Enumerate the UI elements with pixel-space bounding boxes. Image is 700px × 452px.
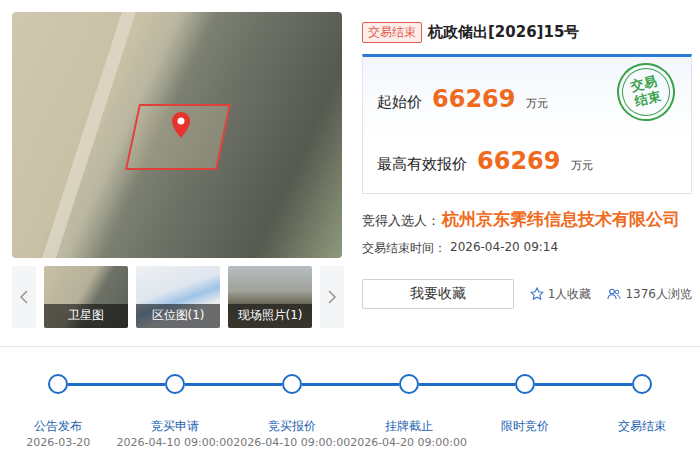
price-label: 最高有效报价 — [377, 155, 467, 174]
timeline-track — [233, 374, 350, 394]
timeline-track — [117, 374, 234, 394]
step-date: 2026-04-10 09:00:00 — [117, 435, 234, 451]
timeline-node — [399, 374, 419, 394]
timeline-step: 挂牌截止2026-04-20 09:00:00 — [350, 374, 467, 451]
winner-label: 竞得入选人： — [362, 212, 440, 230]
step-label: 限时竞价 — [501, 417, 549, 435]
timeline-track — [583, 374, 700, 394]
timeline-track — [350, 374, 467, 394]
gallery: 卫星图区位图(1) 现场照片(1) — [12, 12, 342, 328]
stat-text: 1人收藏 — [548, 286, 592, 303]
timeline-line — [419, 383, 467, 386]
progress-timeline: 公告发布2026-03-20竞买申请2026-04-10 09:00:00竞买报… — [0, 347, 700, 451]
location-pin-icon — [172, 112, 190, 138]
chevron-right-icon — [327, 289, 337, 305]
status-stamp: 交易结束 — [611, 57, 681, 127]
price-row: 最高有效报价 66269 万元 — [377, 147, 677, 177]
people-icon — [607, 287, 621, 301]
timeline-node — [48, 374, 68, 394]
step-label: 交易结束 — [618, 417, 666, 435]
listing-header: 交易结束杭政储出[2026]15号 — [362, 22, 692, 43]
timeline-line — [68, 383, 116, 386]
stat-item: 1人收藏 — [530, 286, 592, 303]
timeline-step: 竞买申请2026-04-10 09:00:00 — [117, 374, 234, 451]
timeline-node — [282, 374, 302, 394]
step-date: 2026-04-20 09:00:00 — [350, 435, 467, 451]
stat-item: 1376人浏览 — [607, 286, 692, 303]
chevron-left-icon — [19, 289, 29, 305]
info-panel: 交易结束杭政储出[2026]15号起始价66269万元最高有效报价66269万元… — [362, 12, 692, 328]
timeline-line — [652, 383, 700, 386]
timeline-line — [535, 383, 583, 386]
satellite-image[interactable] — [12, 12, 342, 258]
status-badge: 交易结束 — [362, 22, 422, 43]
thumbnail-strip: 卫星图区位图(1) 现场照片(1) — [12, 266, 342, 328]
price-unit: 万元 — [526, 96, 548, 111]
winner-row: 竞得入选人：杭州京东霁纬信息技术有限公司 — [362, 208, 692, 234]
timeline-line — [0, 383, 48, 386]
timeline-track — [467, 374, 584, 394]
thumbnail-label: 区位图(1) — [136, 304, 220, 328]
timeline-step: 竞买报价2026-04-10 09:00:00 — [233, 374, 350, 451]
timeline-line — [302, 383, 350, 386]
timeline-line — [233, 383, 281, 386]
thumbnail-label: 卫星图 — [44, 304, 128, 328]
price-value: 66269 — [477, 147, 561, 175]
timeline-node — [632, 374, 652, 394]
timeline-line — [467, 383, 515, 386]
step-label: 公告发布 — [34, 417, 82, 435]
timeline-line — [185, 383, 233, 386]
end-time-label: 交易结束时间： — [362, 240, 446, 257]
thumbnail-label: 现场照片(1) — [228, 304, 312, 328]
timeline-step: 公告发布2026-03-20 — [0, 374, 117, 451]
step-label: 挂牌截止 — [385, 417, 433, 435]
divider — [0, 346, 700, 347]
star-icon — [530, 287, 544, 301]
price-value: 66269 — [432, 85, 516, 113]
timeline-step: 交易结束 — [583, 374, 700, 451]
step-date: 2026-03-20 — [26, 435, 90, 451]
actions-row: 我要收藏 1人收藏 1376人浏览 — [362, 279, 692, 309]
step-date: 2026-04-10 09:00:00 — [233, 435, 350, 451]
thumbnail[interactable]: 现场照片(1) — [228, 266, 312, 328]
road-shape — [42, 12, 136, 258]
timeline-node — [515, 374, 535, 394]
timeline-line — [117, 383, 165, 386]
end-time-value: 2026-04-20 09:14 — [450, 240, 558, 257]
thumbnail[interactable]: 区位图(1) — [136, 266, 220, 328]
stat-text: 1376人浏览 — [625, 286, 692, 303]
timeline-step: 限时竞价 — [467, 374, 584, 451]
price-label: 起始价 — [377, 93, 422, 112]
price-box: 起始价66269万元最高有效报价66269万元交易结束 — [362, 54, 692, 194]
step-label: 竞买报价 — [268, 417, 316, 435]
timeline-track — [0, 374, 117, 394]
timeline-node — [165, 374, 185, 394]
timeline-line — [350, 383, 398, 386]
next-button[interactable] — [320, 266, 344, 328]
detail-section: 卫星图区位图(1)现场照片(1)交易结束杭政储出[2026]15号起始价6626… — [0, 0, 700, 328]
step-label: 竞买申请 — [151, 417, 199, 435]
timeline-line — [583, 383, 631, 386]
stamp-text: 交易结束 — [629, 74, 663, 110]
favorite-button[interactable]: 我要收藏 — [362, 279, 514, 309]
price-unit: 万元 — [571, 158, 593, 173]
listing-title: 杭政储出[2026]15号 — [428, 23, 579, 42]
prev-button[interactable] — [12, 266, 36, 328]
thumbnail[interactable]: 卫星图 — [44, 266, 128, 328]
end-time-row: 交易结束时间：2026-04-20 09:14 — [362, 240, 692, 257]
winner-name: 杭州京东霁纬信息技术有限公司 — [442, 208, 680, 231]
